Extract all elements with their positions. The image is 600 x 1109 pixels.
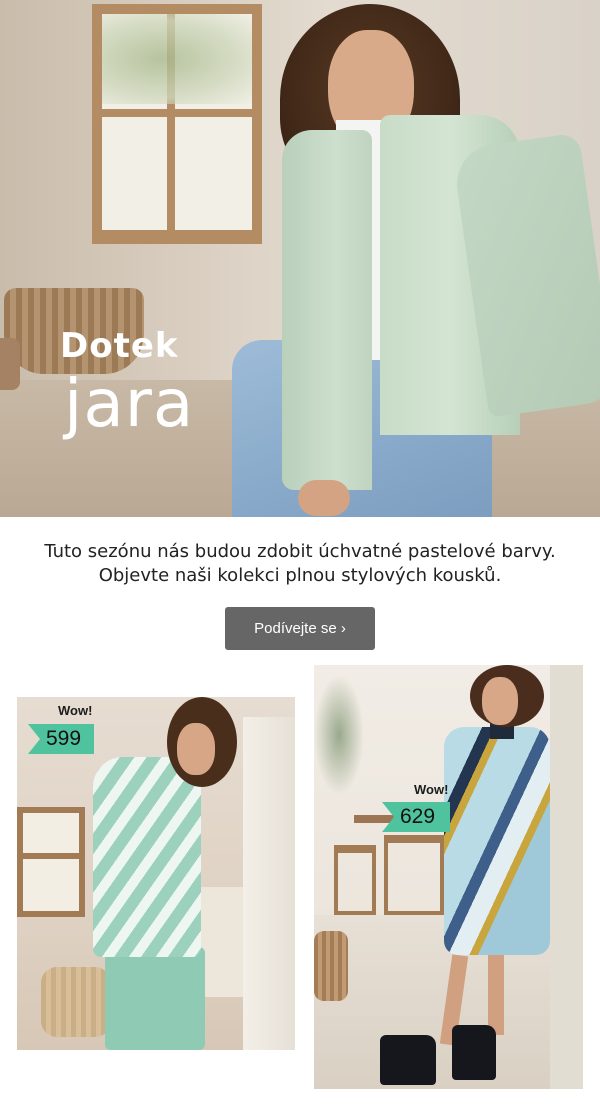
wow-label: Wow! bbox=[58, 703, 93, 718]
price-badge: Wow! 629 bbox=[382, 782, 462, 836]
product-image-model-face bbox=[177, 723, 215, 775]
hero-title-line1: Dotek bbox=[60, 326, 179, 366]
product-image-chair-2 bbox=[384, 835, 444, 915]
hero-headline: Dotek jara bbox=[60, 324, 194, 440]
intro-line-1: Tuto sezónu nás budou zdobit úchvatné pa… bbox=[44, 541, 556, 562]
product-image-sweater bbox=[93, 757, 201, 957]
hero-basket-image-small bbox=[0, 338, 20, 390]
product-image-boot-right bbox=[452, 1025, 496, 1080]
product-image-leg-right bbox=[488, 955, 504, 1035]
product-image-chair bbox=[334, 845, 376, 915]
intro-text: Tuto sezónu nás budou zdobit úchvatné pa… bbox=[0, 540, 600, 588]
product-image-dress bbox=[444, 727, 550, 955]
hero-model-hand bbox=[298, 480, 350, 516]
product-image-wall bbox=[550, 665, 583, 1089]
view-collection-button[interactable]: Podívejte se › bbox=[225, 607, 375, 650]
intro-line-2: Objevte naši kolekci plnou stylových kou… bbox=[98, 565, 502, 586]
price-tag: 599 bbox=[28, 724, 94, 754]
product-image-basket bbox=[314, 931, 348, 1001]
product-image-plant bbox=[314, 675, 364, 795]
price-badge: Wow! 599 bbox=[28, 702, 108, 756]
product-image-pants bbox=[105, 947, 205, 1050]
product-image-curtain bbox=[243, 717, 295, 1050]
price-tag: 629 bbox=[382, 802, 450, 832]
product-image-model-face bbox=[482, 677, 518, 725]
product-image-boot-left bbox=[380, 1035, 436, 1085]
product-card-dress[interactable] bbox=[314, 665, 583, 1089]
hero-window-greenery bbox=[102, 14, 252, 104]
hero-model-jacket-left bbox=[282, 130, 372, 490]
product-image-window bbox=[17, 807, 85, 917]
hero-banner[interactable]: Dotek jara bbox=[0, 0, 600, 517]
product-image-pouf bbox=[41, 967, 111, 1037]
hero-title-line2: jara bbox=[64, 365, 195, 442]
wow-label: Wow! bbox=[414, 782, 449, 797]
